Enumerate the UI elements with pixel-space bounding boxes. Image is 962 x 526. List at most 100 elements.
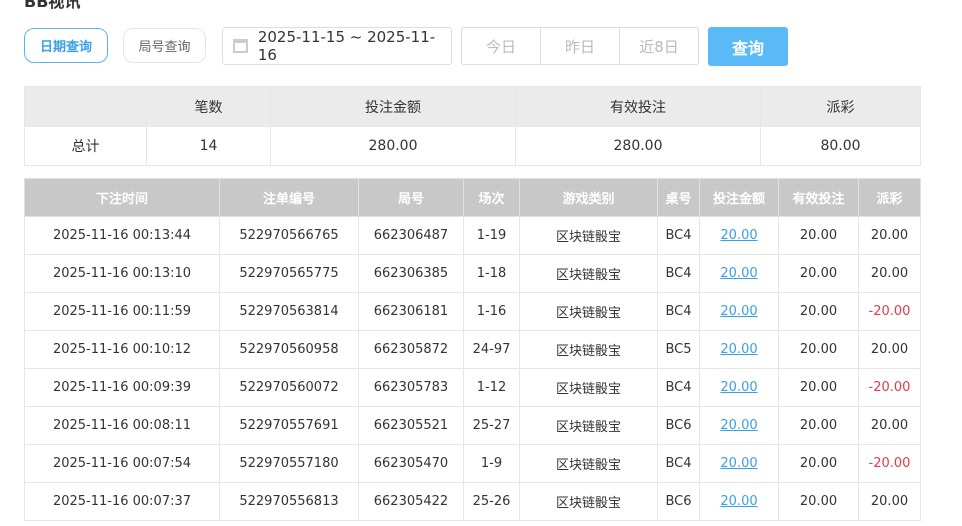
bet-amount-link[interactable]: 20.00: [720, 304, 757, 319]
bet-amount-link[interactable]: 20.00: [720, 456, 757, 471]
table-cell: 2025-11-16 00:13:10: [24, 254, 220, 293]
date-range-picker[interactable]: 2025-11-15 ~ 2025-11-16: [222, 27, 452, 65]
table-cell: 20.00: [699, 482, 779, 521]
cell-value: 2025-11-16 00:13:10: [52, 266, 192, 281]
table-cell: 区块链骰宝: [519, 444, 658, 483]
table-cell: 20.00: [858, 216, 921, 255]
cell-value: 662305521: [373, 418, 449, 433]
detail-header: 桌号: [657, 178, 700, 217]
summary-cell: 14: [146, 126, 271, 166]
table-cell: 区块链骰宝: [519, 216, 658, 255]
cell-value: 区块链骰宝: [555, 496, 621, 511]
table-cell: 662305470: [358, 444, 464, 483]
table-cell: BC4: [657, 254, 700, 293]
summary-header: 派彩: [760, 86, 921, 127]
cell-value: BC4: [665, 304, 692, 319]
today-button[interactable]: 今日: [462, 28, 541, 64]
table-cell: 25-26: [463, 482, 520, 521]
table-cell: 20.00: [699, 330, 779, 369]
table-cell: BC4: [657, 216, 700, 255]
bet-amount-link[interactable]: 20.00: [720, 342, 757, 357]
cell-value: 20.00: [799, 494, 838, 509]
table-cell: 1-18: [463, 254, 520, 293]
summary-cell: 80.00: [760, 126, 921, 166]
table-cell: BC4: [657, 444, 700, 483]
table-cell: 20.00: [778, 406, 859, 445]
bet-amount-link[interactable]: 20.00: [720, 494, 757, 509]
table-cell: 20.00: [699, 444, 779, 483]
table-cell: -20.00: [858, 292, 921, 331]
table-cell: 522970566765: [219, 216, 359, 255]
cell-value: 662306181: [373, 304, 449, 319]
detail-header: 有效投注: [778, 178, 859, 217]
page-title: BB视讯: [24, 0, 81, 11]
summary-header: 笔数: [146, 86, 271, 127]
summary-cell: 280.00: [270, 126, 516, 166]
table-cell: -20.00: [858, 444, 921, 483]
table-cell: 522970563814: [219, 292, 359, 331]
table-cell: BC4: [657, 292, 700, 331]
date-range-value: 2025-11-15 ~ 2025-11-16: [257, 28, 436, 64]
date-query-tab[interactable]: 日期查询: [24, 28, 108, 63]
cell-value: 662305872: [373, 342, 449, 357]
cell-value: BC5: [665, 342, 692, 357]
summary-cell: 总计: [24, 126, 147, 166]
table-cell: 20.00: [778, 254, 859, 293]
bet-amount-link[interactable]: 20.00: [720, 418, 757, 433]
table-cell: 2025-11-16 00:08:11: [24, 406, 220, 445]
detail-header: 游戏类别: [519, 178, 658, 217]
calendar-icon: [233, 39, 248, 53]
yesterday-button[interactable]: 昨日: [541, 28, 620, 64]
cell-value: -20.00: [868, 304, 911, 319]
cell-value: BC4: [665, 380, 692, 395]
table-cell: 20.00: [699, 292, 779, 331]
table-cell: 662306181: [358, 292, 464, 331]
cell-value: 522970565775: [239, 266, 339, 281]
last-8-days-button[interactable]: 近8日: [620, 28, 698, 64]
summary-header: 投注金额: [270, 86, 516, 127]
table-cell: BC6: [657, 482, 700, 521]
table-cell: 662306487: [358, 216, 464, 255]
table-cell: 25-27: [463, 406, 520, 445]
cell-value: 1-19: [476, 228, 507, 243]
table-cell: 522970565775: [219, 254, 359, 293]
bet-amount-link[interactable]: 20.00: [720, 228, 757, 243]
cell-value: 20.00: [870, 418, 909, 433]
table-cell: 1-9: [463, 444, 520, 483]
table-cell: 20.00: [699, 254, 779, 293]
cell-value: 662306385: [373, 266, 449, 281]
cell-value: 2025-11-16 00:07:54: [52, 456, 192, 471]
table-cell: 区块链骰宝: [519, 368, 658, 407]
round-query-tab[interactable]: 局号查询: [123, 28, 206, 63]
cell-value: 2025-11-16 00:09:39: [52, 380, 192, 395]
cell-value: BC6: [665, 494, 692, 509]
table-cell: 662305422: [358, 482, 464, 521]
cell-value: 区块链骰宝: [555, 268, 621, 283]
cell-value: 2025-11-16 00:11:59: [52, 304, 192, 319]
table-cell: 2025-11-16 00:07:54: [24, 444, 220, 483]
cell-value: 20.00: [799, 418, 838, 433]
cell-value: 522970566765: [239, 228, 339, 243]
table-cell: 20.00: [699, 406, 779, 445]
cell-value: 25-26: [472, 494, 511, 509]
table-cell: 2025-11-16 00:10:12: [24, 330, 220, 369]
bet-amount-link[interactable]: 20.00: [720, 380, 757, 395]
table-cell: 522970560958: [219, 330, 359, 369]
cell-value: 20.00: [799, 266, 838, 281]
quick-range-group: 今日 昨日 近8日: [461, 27, 699, 65]
search-button[interactable]: 查询: [708, 27, 788, 66]
table-cell: 662305521: [358, 406, 464, 445]
table-cell: 1-16: [463, 292, 520, 331]
table-cell: 522970560072: [219, 368, 359, 407]
cell-value: 20.00: [799, 380, 838, 395]
detail-header: 注单编号: [219, 178, 359, 217]
cell-value: 20.00: [870, 266, 909, 281]
table-cell: 20.00: [858, 330, 921, 369]
cell-value: 20.00: [870, 494, 909, 509]
cell-value: 662306487: [373, 228, 449, 243]
table-cell: 20.00: [778, 444, 859, 483]
cell-value: BC4: [665, 456, 692, 471]
bet-amount-link[interactable]: 20.00: [720, 266, 757, 281]
bet-detail-table: 下注时间 注单编号 局号 场次 游戏类别 桌号 投注金额 有效投注 派彩 2025-11-16 0…: [24, 178, 921, 521]
cell-value: -20.00: [868, 456, 911, 471]
